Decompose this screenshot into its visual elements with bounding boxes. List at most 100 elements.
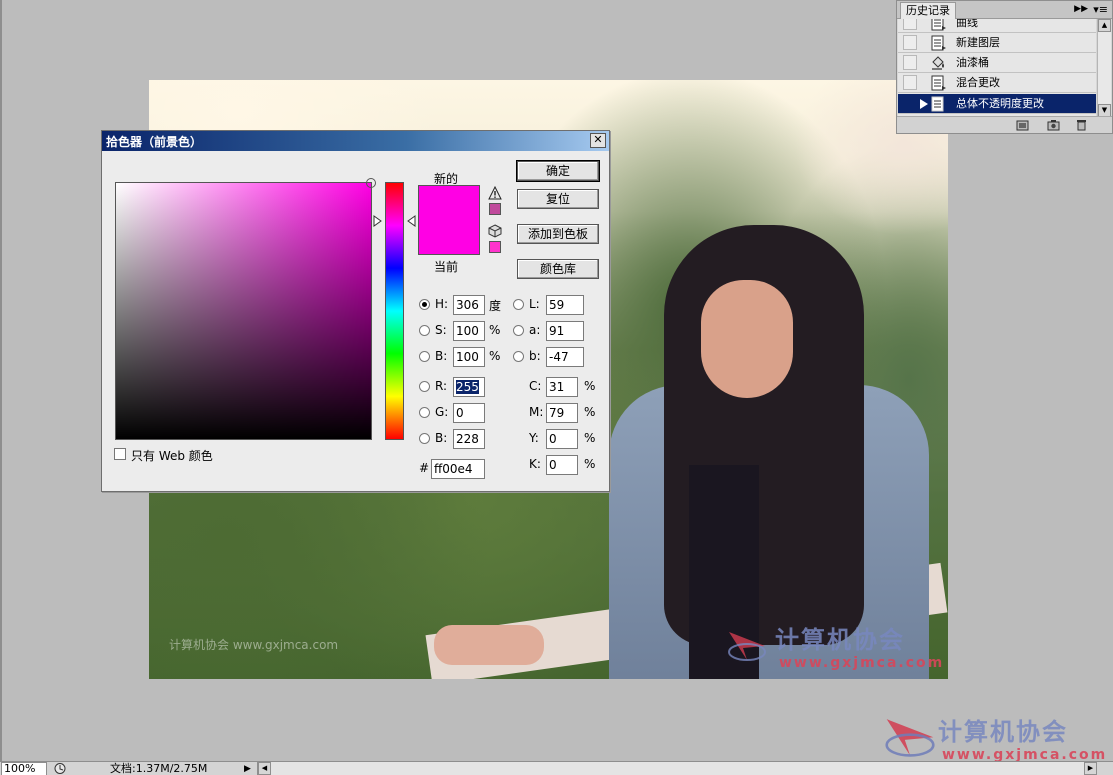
history-source-checkbox[interactable] (903, 75, 917, 90)
brightness-field[interactable]: 100 (453, 347, 485, 367)
history-scrollbar[interactable]: ▲ ▼ (1097, 19, 1111, 117)
history-panel-tabbar: 历史记录 ▶▶ ▾≡ (897, 1, 1112, 19)
new-document-icon[interactable] (1016, 119, 1029, 131)
magenta-row: M: 79 % (529, 403, 599, 423)
ok-button[interactable]: 确定 (516, 160, 600, 182)
history-item-label: 总体不透明度更改 (956, 97, 1044, 110)
trash-icon[interactable] (1075, 119, 1088, 131)
status-menu-arrow-icon[interactable]: ▶ (244, 763, 251, 775)
red-field-selected-text: 255 (456, 380, 479, 394)
hue-label: H: (435, 297, 449, 311)
tab-history[interactable]: 历史记录 (900, 2, 956, 19)
corner-watermark: 计算机协会 www.gxjmca.com (938, 712, 1107, 763)
snapshot-camera-icon[interactable] (1047, 119, 1060, 131)
zoom-level-field[interactable]: 100% (1, 762, 47, 775)
green-label: G: (435, 405, 449, 419)
lab-a-label: a: (529, 323, 541, 337)
hue-slider[interactable] (385, 182, 404, 440)
red-field[interactable]: 255 (453, 377, 485, 397)
history-item-selected[interactable]: 总体不透明度更改 (898, 94, 1096, 114)
magenta-field[interactable]: 79 (546, 403, 578, 423)
green-row: G: 0 (419, 403, 509, 423)
history-source-checkbox[interactable] (903, 35, 917, 50)
lab-b-radio[interactable] (513, 351, 524, 362)
history-item-label: 混合更改 (956, 76, 1000, 89)
hue-slider-right-arrow-icon[interactable] (406, 215, 416, 227)
magenta-unit: % (584, 405, 596, 419)
scroll-right-icon[interactable]: ▶ (1084, 762, 1097, 775)
saturation-brightness-field[interactable] (115, 178, 376, 440)
history-item-label: 新建图层 (956, 36, 1000, 49)
hue-slider-left-arrow-icon[interactable] (373, 215, 383, 227)
history-state-icon (931, 19, 946, 31)
hue-field[interactable]: 306 (453, 295, 485, 315)
web-colors-only-label: 只有 Web 颜色 (131, 449, 213, 463)
history-item[interactable]: 混合更改 (898, 73, 1096, 93)
hue-radio[interactable] (419, 299, 430, 310)
workspace-edge (0, 0, 2, 761)
gamut-warning-swatch[interactable] (489, 203, 501, 215)
hex-row: # ff00e4 (419, 459, 509, 479)
lab-l-radio[interactable] (513, 299, 524, 310)
blue-row: B: 228 (419, 429, 509, 449)
black-unit: % (584, 457, 596, 471)
current-color-label: 当前 (434, 260, 459, 274)
lab-b-field[interactable]: -47 (546, 347, 584, 367)
brightness-radio[interactable] (419, 351, 430, 362)
color-libraries-button[interactable]: 颜色库 (517, 259, 599, 279)
green-field[interactable]: 0 (453, 403, 485, 423)
add-to-swatches-button[interactable]: 添加到色板 (517, 224, 599, 244)
web-safe-cube-icon[interactable] (488, 224, 502, 238)
photo-watermark-url: www.gxjmca.com (779, 655, 945, 671)
history-source-checkbox[interactable] (903, 96, 917, 111)
lab-a-field[interactable]: 91 (546, 321, 584, 341)
brightness-label: B: (435, 349, 448, 363)
lab-b-row: b: -47 (513, 347, 593, 367)
lab-l-row: L: 59 (513, 295, 593, 315)
web-safe-swatch[interactable] (489, 241, 501, 253)
history-state-icon (931, 35, 946, 51)
history-source-checkbox[interactable] (903, 55, 917, 70)
lab-l-label: L: (529, 297, 540, 311)
blue-radio[interactable] (419, 433, 430, 444)
blue-field[interactable]: 228 (453, 429, 485, 449)
saturation-field[interactable]: 100 (453, 321, 485, 341)
photo-face (701, 280, 793, 398)
document-size-info: 文档:1.37M/2.75M (110, 762, 208, 775)
color-picker-dialog: 拾色器（前景色） ✕ 新的 当前 确定 复位 添加到色板 颜色库 H: 306 … (101, 130, 610, 492)
magenta-label: M: (529, 405, 544, 419)
reset-button[interactable]: 复位 (517, 189, 599, 209)
paint-bucket-icon (932, 56, 944, 70)
lab-a-radio[interactable] (513, 325, 524, 336)
history-item[interactable]: 新建图层 (898, 33, 1096, 53)
green-radio[interactable] (419, 407, 430, 418)
gamut-warning-icon[interactable] (488, 186, 502, 200)
history-item[interactable]: 曲线 (898, 19, 1096, 33)
black-field[interactable]: 0 (546, 455, 578, 475)
dialog-titlebar[interactable]: 拾色器（前景色） ✕ (102, 131, 609, 151)
lab-a-row: a: 91 (513, 321, 593, 341)
panel-menu-icon[interactable]: ▾≡ (1093, 3, 1108, 16)
scroll-left-icon[interactable]: ◀ (258, 762, 271, 775)
horizontal-scrollbar[interactable]: ◀ ▶ (257, 762, 1097, 775)
lab-l-field[interactable]: 59 (546, 295, 584, 315)
web-colors-only-checkbox[interactable] (114, 448, 126, 460)
history-item[interactable]: 油漆桶 (898, 53, 1096, 73)
hex-field[interactable]: ff00e4 (431, 459, 485, 479)
cyan-unit: % (584, 379, 596, 393)
hex-label: # (419, 461, 430, 475)
saturation-radio[interactable] (419, 325, 430, 336)
double-arrow-right-icon[interactable]: ▶▶ (1074, 3, 1088, 16)
saturation-label: S: (435, 323, 447, 337)
color-field-marker[interactable] (366, 178, 376, 188)
history-source-checkbox[interactable] (903, 19, 917, 30)
photo-hand (434, 625, 544, 665)
cyan-field[interactable]: 31 (546, 377, 578, 397)
new-current-color-swatch[interactable] (418, 185, 480, 255)
close-button[interactable]: ✕ (590, 133, 606, 148)
yellow-field[interactable]: 0 (546, 429, 578, 449)
red-radio[interactable] (419, 381, 430, 392)
scroll-up-icon[interactable]: ▲ (1098, 19, 1111, 32)
status-info-icon[interactable] (53, 762, 67, 775)
hue-unit: 度 (489, 299, 502, 313)
